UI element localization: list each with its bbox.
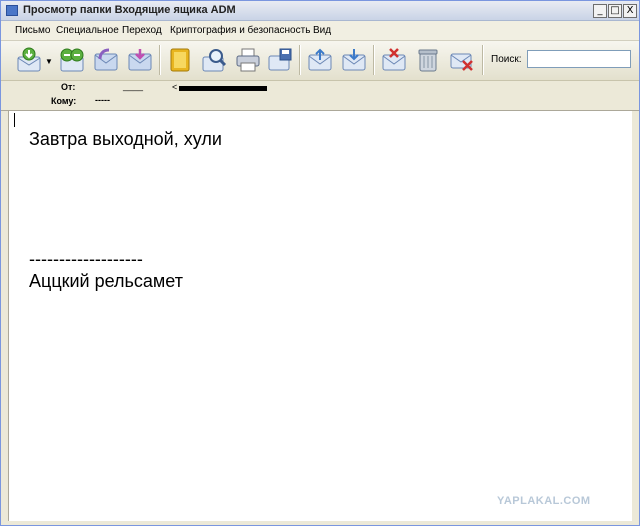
close-button[interactable]: X	[623, 4, 637, 18]
get-mail-button[interactable]	[15, 46, 43, 74]
redacted-address	[179, 86, 267, 91]
search-input[interactable]	[527, 50, 631, 68]
app-icon	[6, 5, 18, 16]
chevron-down-icon[interactable]: ▼	[45, 57, 53, 66]
envelope-x-icon	[382, 48, 406, 71]
previous-message-button[interactable]	[306, 46, 334, 74]
menu-crypto[interactable]: Криптография и безопасность	[170, 25, 310, 36]
mail-window: Просмотр папки Входящие ящика ADM _ □ X …	[0, 0, 640, 526]
maximize-button[interactable]: □	[608, 4, 622, 18]
message-line: Завтра выходной, хули	[29, 129, 222, 149]
send-receive-button[interactable]	[58, 46, 86, 74]
from-label: От:	[61, 82, 76, 92]
reply-button[interactable]	[92, 46, 120, 74]
search-label: Поиск:	[491, 54, 522, 65]
menu-letter[interactable]: Письмо	[15, 25, 50, 36]
menu-special[interactable]: Специальное	[56, 25, 119, 36]
signature: Аццкий рельсамет	[29, 271, 183, 291]
envelope-down-icon	[342, 49, 366, 71]
mail-exchange-icon	[60, 48, 84, 72]
forward-button[interactable]	[126, 46, 154, 74]
menu-bar: Письмо Специальное Переход Криптография …	[1, 21, 639, 41]
save-envelope-icon	[268, 48, 292, 71]
find-button[interactable]	[200, 46, 228, 74]
watermark: YAPLAKAL.COM	[497, 495, 591, 507]
title-bar[interactable]: Просмотр папки Входящие ящика ADM _ □ X	[1, 1, 639, 21]
printer-icon	[236, 48, 260, 72]
mark-delete-button[interactable]	[380, 46, 408, 74]
from-name[interactable]: ____	[123, 81, 143, 91]
text-caret	[14, 113, 15, 127]
from-bracket: <	[172, 82, 178, 92]
envelope-up-icon	[308, 48, 332, 71]
menu-view[interactable]: Вид	[313, 25, 331, 36]
message-body[interactable]: Завтра выходной, хули ------------------…	[8, 111, 632, 521]
address-book-icon	[170, 48, 190, 72]
envelope-delete-icon	[450, 53, 473, 71]
to-label: Кому:	[51, 96, 77, 106]
delete-button[interactable]	[448, 46, 476, 74]
address-book-button[interactable]	[166, 46, 194, 74]
trash-icon	[418, 49, 438, 72]
print-button[interactable]	[234, 46, 262, 74]
toolbar-separator	[482, 45, 484, 75]
toolbar-separator	[159, 45, 161, 75]
trash-button[interactable]	[414, 46, 442, 74]
toolbar-separator	[373, 45, 375, 75]
toolbar-separator	[299, 45, 301, 75]
signature-separator: -------------------	[29, 249, 143, 269]
envelope-forward-icon	[128, 49, 152, 71]
menu-go[interactable]: Переход	[122, 25, 162, 36]
save-button[interactable]	[266, 46, 294, 74]
envelope-reply-icon	[94, 48, 118, 71]
mail-receive-icon	[17, 47, 41, 72]
magnifier-icon	[202, 49, 227, 72]
message-header: От: ____ < Кому: -----	[1, 81, 639, 111]
next-message-button[interactable]	[340, 46, 368, 74]
window-title: Просмотр папки Входящие ящика ADM	[23, 4, 236, 16]
minimize-button[interactable]: _	[593, 4, 607, 18]
to-value[interactable]: -----	[95, 95, 110, 105]
